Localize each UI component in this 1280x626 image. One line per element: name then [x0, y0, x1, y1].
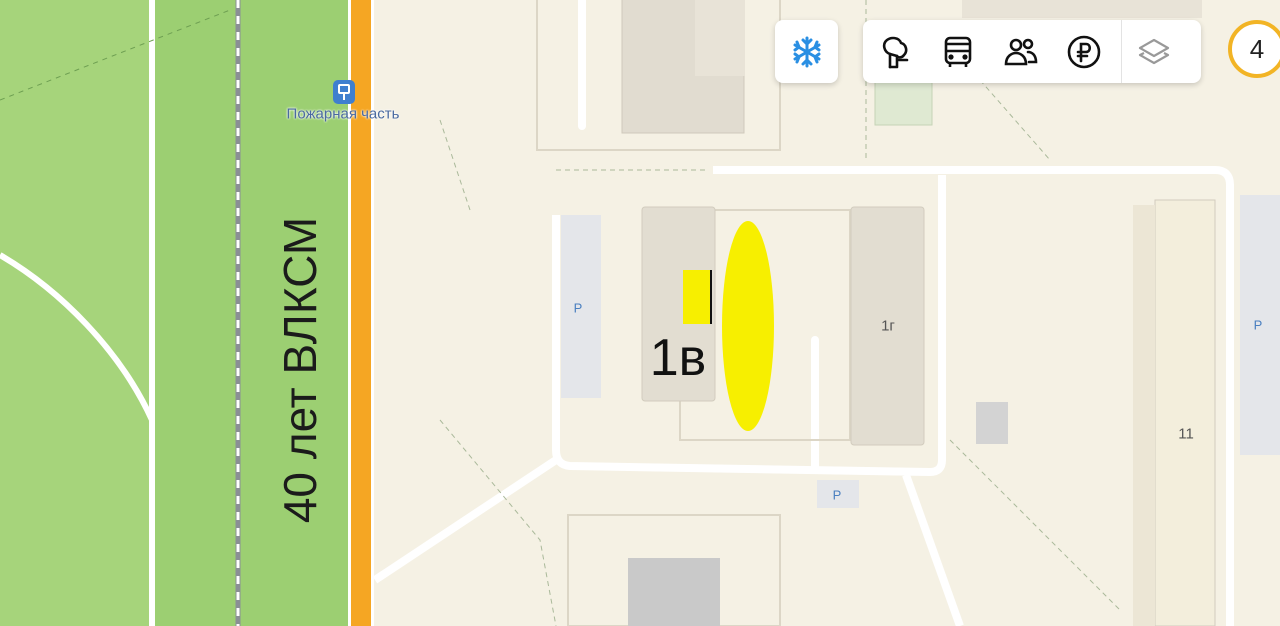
transport-icon	[944, 36, 971, 67]
people-icon	[1004, 38, 1037, 65]
building-11-shadow	[1133, 205, 1155, 626]
people-button[interactable]	[989, 20, 1052, 83]
snowflake-icon	[793, 36, 820, 67]
house-number-1g: 1г	[881, 317, 895, 335]
poi-label[interactable]: Пожарная часть	[287, 106, 400, 123]
prices-button[interactable]	[1052, 20, 1115, 83]
sights-button[interactable]	[863, 20, 926, 83]
highlight-rect	[683, 270, 711, 324]
house-number-11: 11	[1178, 425, 1194, 443]
highlight-ellipse	[722, 221, 774, 431]
transport-button[interactable]	[926, 20, 989, 83]
map-layer	[0, 0, 1280, 626]
layers-icon	[1138, 38, 1169, 64]
house-number-highlighted: 1в	[649, 329, 707, 387]
layers-button[interactable]	[1122, 20, 1185, 83]
map-layers-toolbar	[863, 20, 1201, 83]
building-top-part	[695, 0, 745, 76]
small-structure	[976, 402, 1008, 444]
parking-label-south: P	[832, 487, 842, 503]
sights-icon	[882, 36, 908, 68]
parking-label-west: P	[573, 300, 583, 316]
parking-label-east: P	[1253, 317, 1263, 333]
map-canvas[interactable]: 40 лет ВЛКСМ Пожарная часть 1в 1г 11 P P…	[0, 0, 1280, 626]
street-label: 40 лет ВЛКСМ	[274, 216, 326, 524]
building-south	[628, 558, 720, 626]
building-top-right	[962, 0, 1202, 18]
green-lot	[874, 79, 933, 126]
bus-stop-icon[interactable]	[333, 80, 355, 104]
building-11[interactable]	[1154, 199, 1216, 626]
ruble-icon	[1067, 35, 1100, 68]
cluster-badge[interactable]: 4	[1228, 20, 1280, 78]
winter-mode-button[interactable]	[775, 20, 838, 83]
